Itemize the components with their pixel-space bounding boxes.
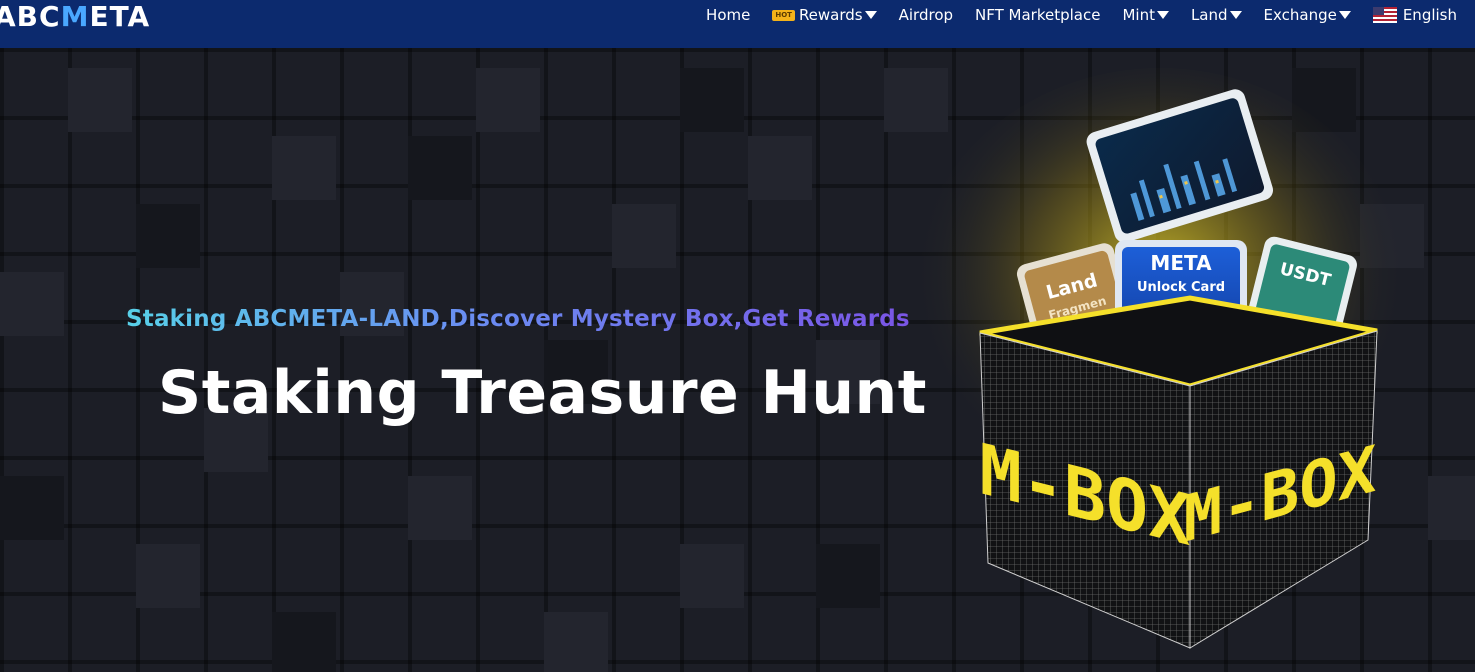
- caret-down-icon: [1156, 11, 1169, 19]
- nav-item-nft-marketplace[interactable]: NFT Marketplace: [975, 6, 1100, 24]
- logo-text-m: M: [60, 0, 90, 33]
- logo-text-suffix: ETA: [89, 0, 151, 33]
- nav-item-exchange[interactable]: Exchange: [1264, 6, 1351, 24]
- nav-item-rewards[interactable]: HOT Rewards: [772, 6, 877, 24]
- hero-subtitle: Staking ABCMETA-LAND,Discover Mystery Bo…: [126, 306, 910, 332]
- hot-badge: HOT: [772, 9, 795, 21]
- us-flag-icon: [1372, 7, 1397, 23]
- language-selector[interactable]: English: [1372, 6, 1457, 24]
- abcmeta-logo[interactable]: ABC M ETA: [0, 0, 150, 34]
- meta-card-subtitle: Unlock Card: [1137, 280, 1225, 295]
- nav-item-land[interactable]: Land: [1191, 6, 1242, 24]
- nav-item-airdrop[interactable]: Airdrop: [899, 6, 953, 24]
- nav-item-label: Mint: [1122, 6, 1155, 24]
- top-navbar: ABC M ETA Home HOT Rewards Airdrop NFT Mar…: [0, 0, 1475, 48]
- nav-menu: Home HOT Rewards Airdrop NFT Marketplace…: [684, 0, 1457, 30]
- mbox-illustration: Land Fragmen USDT META Unlock Card M-BOX…: [910, 68, 1410, 649]
- caret-down-icon: [1338, 11, 1351, 19]
- caret-down-icon: [864, 11, 877, 19]
- caret-down-icon: [1229, 11, 1242, 19]
- meta-card-title: META: [1150, 251, 1212, 275]
- logo-text-prefix: ABC: [0, 0, 61, 33]
- nav-item-label: Rewards: [798, 6, 863, 24]
- nav-item-label: Home: [706, 6, 751, 24]
- nav-item-label: Airdrop: [898, 6, 954, 24]
- nav-item-label: Land: [1190, 6, 1228, 24]
- nav-item-label: NFT Marketplace: [975, 6, 1101, 24]
- language-label: English: [1402, 6, 1457, 24]
- nav-item-mint[interactable]: Mint: [1122, 6, 1169, 24]
- nav-item-label: Exchange: [1263, 6, 1337, 24]
- hero-title: Staking Treasure Hunt: [158, 358, 927, 428]
- nav-item-home[interactable]: Home: [706, 6, 750, 24]
